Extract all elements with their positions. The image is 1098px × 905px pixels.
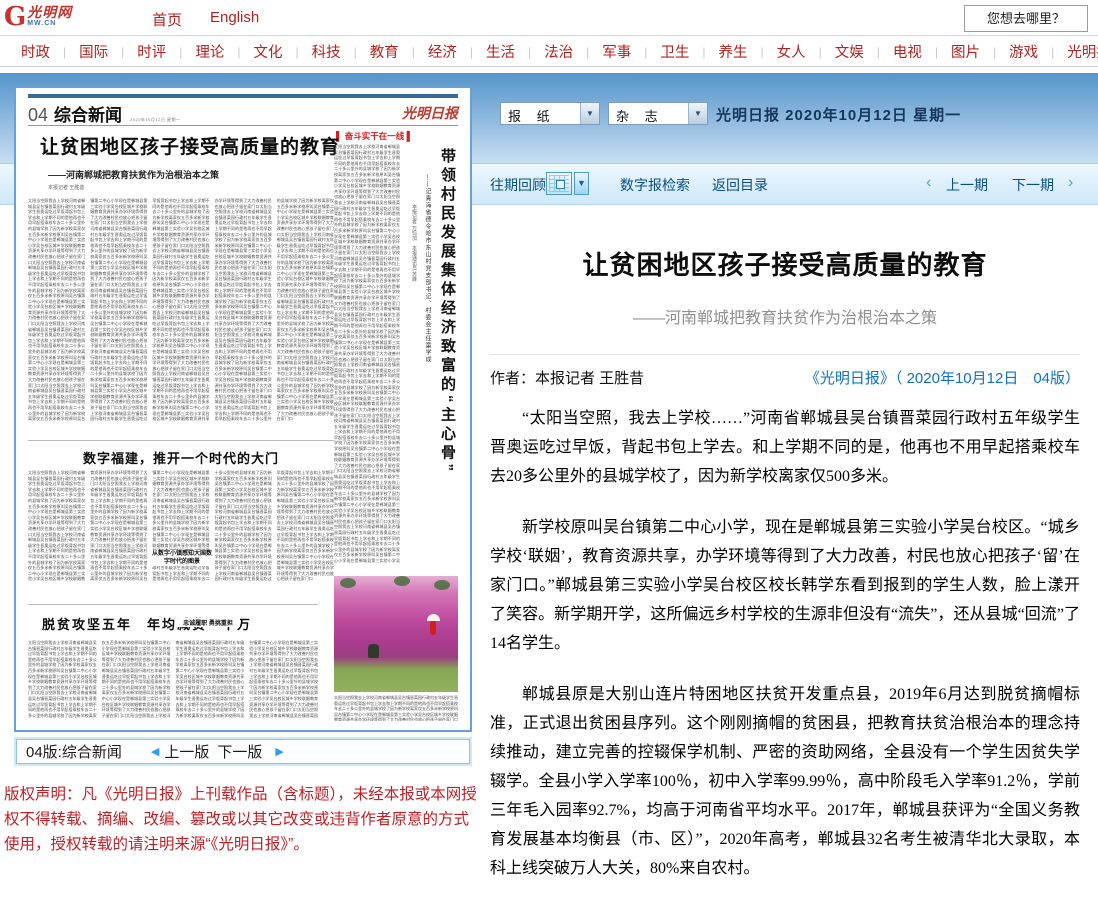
nav-item-13[interactable]: 养生 [706,41,761,62]
issue-date-line: 光明日报 2020年10月12日 星期一 [716,104,961,125]
magazine-select[interactable]: 杂 志 ▼ [608,102,708,125]
nav-item-8[interactable]: 经济 [415,41,470,62]
next-issue-link[interactable]: 下一期 [1012,175,1054,195]
nav-item-2[interactable]: 国际 [66,41,121,62]
article-paragraph-1: “太阳当空照，我去上学校……”河南省郸城县吴台镇晋菜园行政村五年级学生晋奥运吃过… [490,404,1080,491]
next-page-link[interactable]: 下一版 [217,741,262,762]
nav-item-14[interactable]: 女人 [764,41,819,62]
article-title: 让贫困地区孩子接受高质量的教育 [490,245,1080,282]
tree-shape [434,580,450,590]
white-umbrella-shape [427,614,440,621]
nav-item-3[interactable]: 时评 [124,41,179,62]
article: 让贫困地区孩子接受高质量的教育 ——河南郸城把教育扶贫作为治根治本之策 作者：本… [490,245,1080,905]
nav-item-5[interactable]: 文化 [241,41,296,62]
prev-issue-link[interactable]: 上一期 [946,175,988,195]
thumb-right-text-column: 太阳当空照我去上学校河南省郸城县吴台镇晋菜园行政村五年级学生晋奥运吃过早饭背起书… [334,144,400,564]
go-where-select[interactable]: 您想去哪里？ [964,5,1088,32]
nav-item-9[interactable]: 生活 [473,41,528,62]
nav-item-4[interactable]: 理论 [182,41,237,62]
gmw-logo[interactable]: G 光明网 MW.CN [4,4,72,30]
calendar-icon[interactable] [546,172,572,195]
thumb-text-columns: 太阳当空照我去上学校河南省郸城县吴台镇晋菜园行政村五年级学生晋奥运吃过早饭背起书… [28,470,334,586]
flower-field-photo [334,576,458,692]
nav-item-17[interactable]: 图片 [938,41,993,62]
prev-page-link[interactable]: 上一版 [164,741,209,762]
article-subtitle: ——河南郸城把教育扶贫作为治根治本之策 [490,304,1080,328]
page-label: 04版:综合新闻 [26,741,122,762]
top-bar: G 光明网 MW.CN 首页 English 您想去哪里？ [0,0,1098,36]
red-dress-figure [430,621,436,635]
masthead-meta: 2020年10月12日 星期一 [130,117,180,122]
nav-item-15[interactable]: 文娱 [822,41,877,62]
thumb-vertical-byline: 本报记者 万玛加 本报通讯员 苏峰 [411,204,418,404]
copyright-notice: 版权声明：凡《光明日报》上刊载作品（含标题），未经本报或本网授权不得转载、摘编、… [4,782,478,857]
tree-shape [340,578,356,588]
paper-select-value: 报 纸 [508,106,556,125]
thumb-text-columns: 太阳当空照我去上学校河南省郸城县吴台镇晋菜园行政村五年级学生晋奥运吃过早饭背起书… [28,640,318,722]
photo-caption: 太阳当空照我去上学校河南省郸城县吴台镇晋菜园行政村五年级学生晋奥运吃过早饭背起书… [334,695,458,721]
logo-name: 光明网 [27,6,72,20]
nav-item-12[interactable]: 卫生 [647,41,702,62]
paper-select[interactable]: 报 纸 ▼ [500,102,600,125]
nav-item-11[interactable]: 军事 [589,41,644,62]
thumb-main-headline: 让贫困地区孩子接受高质量的教育 [40,136,340,160]
thumb-mid-subhead: 从数字小镇感知大国数字时代的图景 [152,550,212,566]
masthead-rule [28,94,458,98]
paper-logo: 光明日报 [402,103,458,123]
thumb-text-columns: 太阳当空照我去上学校河南省郸城县吴台镇晋菜园行政村五年级学生晋奥运吃过早饭背起书… [28,198,334,430]
section-divider [28,604,318,605]
thumb-byline: 本报记者 王胜昔 [48,184,84,191]
article-source-link[interactable]: 《光明日报》（ 2020年10月12日 04版） [805,367,1080,388]
nav-item-1[interactable]: 时政 [8,41,63,62]
chevron-down-icon[interactable]: ▼ [688,103,707,124]
nav-item-10[interactable]: 法治 [531,41,586,62]
archive-link[interactable]: 往期回顾 [490,175,546,195]
masthead: 04 综合新闻 2020年10月12日 星期一 光明日报 [28,101,458,123]
nav-item-7[interactable]: 教育 [357,41,412,62]
article-body: “太阳当空照，我去上学校……”河南省郸城县吴台镇晋菜园行政村五年级学生晋奥运吃过… [490,404,1080,883]
logo-domain: MW.CN [27,20,72,28]
logo-g-glyph: G [4,4,26,30]
article-paragraph-3: 郸城县原是大别山连片特困地区扶贫开发重点县，2019年6月达到脱贫摘帽标准，正式… [490,680,1080,883]
red-banner: ▌ 奋斗实干在一线 ▌ [336,130,413,142]
article-divider [490,354,1080,355]
article-paragraph-2: 新学校原叫吴台镇第二中心小学，现在是郸城县第三实验小学吴台校区。“城乡学校‘联姻… [490,513,1080,658]
section-name: 综合新闻 [54,106,122,125]
nav-item-16[interactable]: 电视 [880,41,935,62]
prev-page-arrow-icon[interactable]: ◀ [151,745,159,758]
page-nav-bar: 04版:综合新闻 ◀ 上一版 下一版 ▶ [14,737,472,766]
photographer-figure [368,644,379,658]
magazine-select-value: 杂 志 [616,106,664,125]
digital-search-link[interactable]: 数字报检索 [620,175,690,195]
main-nav: 时政|国际|时评|理论|文化|科技|教育|经济|生活|法治|军事|卫生|养生|女… [0,37,1098,67]
tree-shape [394,576,410,586]
nav-item-6[interactable]: 科技 [299,41,354,62]
section-divider [28,440,334,441]
thumb-main-subhead: ——河南郸城把教育扶贫作为治根治本之策 [48,168,219,181]
prev-chevron-icon[interactable]: ‹ [926,174,931,192]
chevron-down-icon[interactable]: ▼ [580,103,599,124]
nav-item-18[interactable]: 游戏 [996,41,1051,62]
home-link[interactable]: 首页 [152,9,182,30]
banner-bar-icon: ▌ [407,131,413,141]
thumb-bottom-subhead: 忠诚履职 勇挑重担 [176,618,240,627]
next-chevron-icon[interactable]: › [1068,174,1073,192]
thumb-vertical-subhead: ——记青海省德令哈市东山村党支部书记、村委会主任童学成 [423,174,432,474]
thumb-bottom-headline: 脱贫攻坚五年 年均减贫一千万 [42,614,302,633]
next-page-arrow-icon[interactable]: ▶ [275,745,283,758]
newspaper-page-thumbnail[interactable]: 04 综合新闻 2020年10月12日 星期一 光明日报 ▌ 奋斗实干在一线 ▌ 让… [14,86,472,732]
back-to-contents-link[interactable]: 返回目录 [712,175,768,195]
thumb-mid-headline: 数字福建，推开一个时代的大门 [28,448,334,467]
thumb-vertical-headline: 带领村民发展集体经济致富的“主心骨” [437,148,458,568]
page-number: 04 [28,105,48,125]
english-link[interactable]: English [210,9,259,26]
nav-item-19[interactable]: 光明报系 [1054,41,1098,62]
calendar-dropdown-icon[interactable]: ▼ [574,172,589,195]
thumb-vertical-article: 带领村民发展集体经济致富的“主心骨” ——记青海省德令哈市东山村党支部书记、村委… [404,144,458,574]
masthead-underline [28,125,458,126]
article-author: 作者：本报记者 王胜昔 [490,367,644,388]
